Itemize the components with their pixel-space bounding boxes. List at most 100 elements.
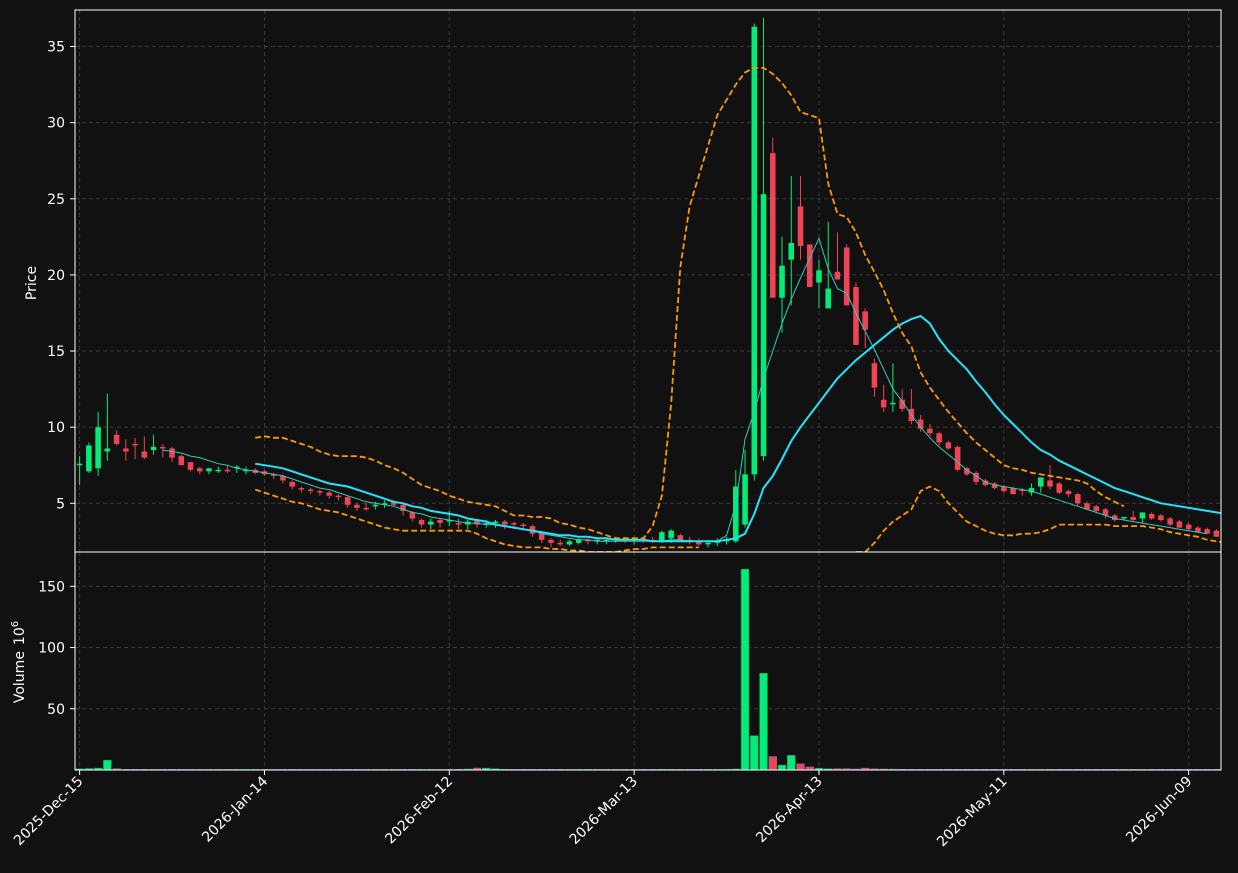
volume-bar	[740, 568, 750, 771]
candle-body	[1148, 513, 1155, 519]
candle-body	[1185, 524, 1192, 530]
candle-body	[779, 265, 785, 298]
candle-body	[825, 288, 831, 309]
candle-body	[104, 448, 111, 452]
candle-body	[880, 399, 887, 408]
candle-body	[1158, 515, 1164, 521]
volume-bar	[787, 755, 796, 771]
candle-body	[132, 443, 138, 446]
candle-body	[1074, 494, 1081, 504]
candle-body	[511, 523, 517, 525]
price-y-tick-label: 20	[47, 268, 65, 284]
candle-body	[566, 541, 573, 545]
price-axis-label: Price	[24, 266, 40, 300]
candle-body	[797, 206, 804, 246]
candle-body	[816, 270, 822, 283]
candle-body	[1139, 512, 1146, 519]
candle-body	[927, 428, 933, 434]
candle-body	[760, 194, 767, 457]
price-y-tick-label: 35	[47, 40, 65, 56]
candle-body	[196, 468, 203, 472]
candle-body	[1065, 491, 1072, 495]
volume-axis-label-base: 10	[12, 627, 28, 645]
candle-body	[76, 463, 83, 466]
candle-body	[354, 504, 360, 508]
candle-body	[95, 427, 101, 469]
candle-body	[769, 153, 776, 298]
candle-body	[890, 402, 896, 405]
candle-body	[86, 445, 92, 472]
volume-axis-label-power: 6	[10, 621, 21, 627]
volume-y-tick-label: 150	[38, 579, 65, 595]
candle-body	[1167, 518, 1173, 525]
candle-body	[289, 481, 295, 487]
volume-bar	[103, 759, 112, 771]
candle-body	[113, 434, 120, 444]
candle-body	[677, 535, 684, 540]
volume-bar	[796, 763, 805, 771]
candle-body	[871, 363, 878, 388]
price-y-tick-label: 15	[47, 344, 65, 360]
candle-body	[1010, 488, 1016, 495]
volume-y-tick-label: 50	[47, 702, 65, 718]
candle-body	[945, 442, 952, 449]
candle-body	[178, 456, 185, 466]
candle-body	[418, 520, 425, 525]
candle-body	[501, 521, 508, 525]
candle-body	[224, 469, 231, 472]
price-y-tick-label: 25	[47, 192, 65, 208]
candle-body	[187, 462, 194, 470]
candle-body	[437, 520, 443, 524]
volume-axis-label-text: Volume	[12, 651, 28, 703]
candle-body	[160, 446, 166, 449]
candle-body	[307, 489, 314, 492]
stock-chart: 2025-Dec-15 2026-Jan-14 2026-Feb-12 2026-Ma…	[0, 0, 1238, 873]
candle-body	[742, 474, 748, 525]
candle-body	[141, 451, 148, 458]
candle-body	[659, 532, 665, 542]
price-y-tick-label: 10	[47, 420, 65, 436]
volume-y-tick-label: 100	[38, 641, 65, 657]
candle-body	[520, 524, 527, 527]
candle-body	[1047, 480, 1053, 487]
candle-body	[317, 491, 323, 493]
candle-body	[428, 521, 434, 525]
candle-body	[834, 271, 841, 280]
candle-body	[1093, 506, 1100, 511]
candle-body	[206, 468, 212, 472]
price-y-tick-label: 5	[56, 496, 65, 512]
candle-body	[1121, 516, 1127, 519]
candle-body	[548, 539, 554, 543]
candle-body	[455, 523, 462, 525]
candle-body	[557, 542, 563, 545]
candle-body	[123, 448, 129, 452]
candle-body	[705, 542, 711, 545]
candle-body	[372, 504, 379, 507]
candle-body	[1213, 530, 1220, 537]
candle-body	[298, 488, 305, 490]
volume-bar	[777, 764, 787, 771]
price-y-tick-label: 30	[47, 116, 65, 132]
volume-bar	[768, 756, 777, 771]
volume-bar	[750, 735, 759, 771]
candle-body	[936, 433, 942, 443]
candle-body	[344, 497, 351, 505]
chart-background	[0, 0, 1238, 873]
candle-body	[1056, 483, 1063, 493]
candle-body	[1176, 521, 1183, 528]
candle-body	[215, 469, 222, 472]
candle-body	[1130, 516, 1136, 521]
candle-body	[788, 242, 795, 260]
candle-body	[733, 486, 739, 542]
candle-body	[335, 495, 342, 498]
candle-body	[954, 446, 961, 470]
candle-body	[169, 448, 175, 458]
candle-body	[751, 26, 758, 475]
candle-body	[150, 446, 157, 450]
candle-body	[538, 533, 545, 540]
volume-bar	[759, 672, 768, 771]
candle-body	[363, 507, 369, 510]
volume-axis-label: Volume 106	[10, 621, 28, 703]
candle-body	[492, 521, 499, 524]
candle-body	[1038, 477, 1044, 487]
